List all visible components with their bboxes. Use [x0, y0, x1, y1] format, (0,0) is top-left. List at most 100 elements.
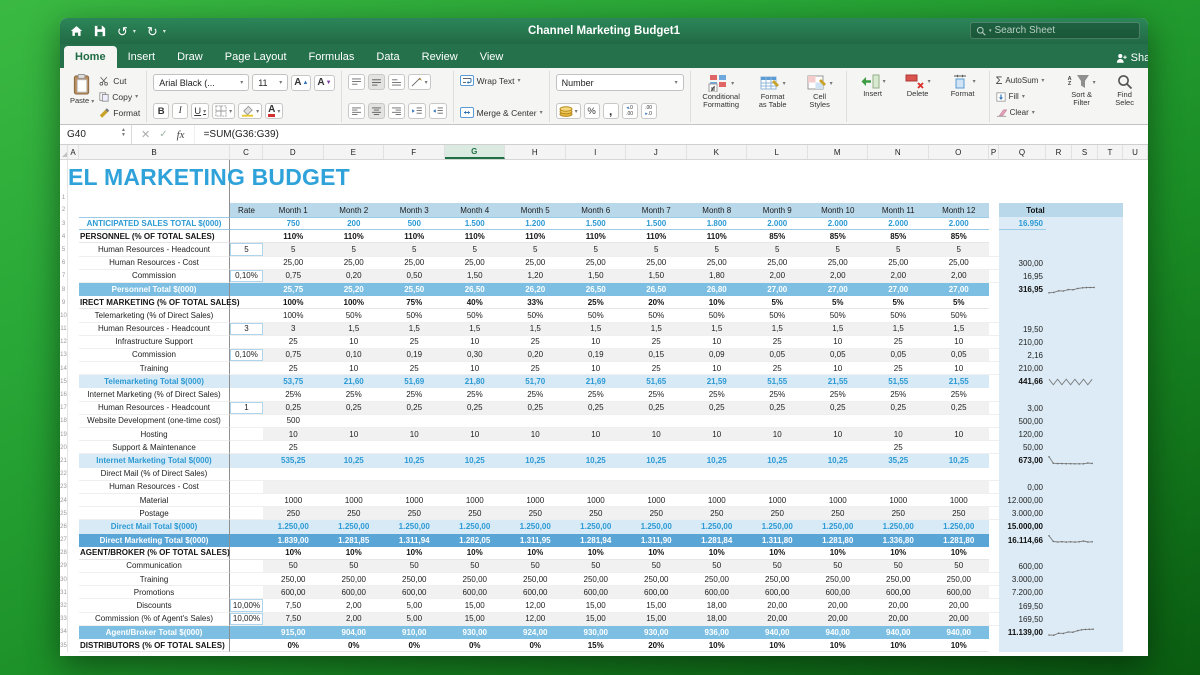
sort-filter-button[interactable]: AZ▾ Sort &Filter [1063, 72, 1101, 121]
row-label[interactable]: Human Resources - Cost [79, 481, 230, 494]
cell[interactable] [989, 626, 999, 639]
cell[interactable]: 2.000 [868, 217, 929, 230]
cell[interactable] [687, 468, 748, 481]
rate-cell[interactable]: 10,00% [230, 599, 263, 612]
cell[interactable] [68, 613, 79, 626]
cell[interactable]: 110% [505, 230, 566, 243]
cell[interactable]: 20,00 [747, 613, 808, 626]
cell[interactable]: 25% [747, 388, 808, 401]
row-number[interactable]: 8 [60, 283, 68, 296]
cell[interactable]: 0,25 [445, 402, 506, 415]
cell[interactable] [68, 639, 79, 652]
cell[interactable]: 15,00 [445, 599, 506, 612]
row-number[interactable]: 16 [60, 388, 68, 401]
cell[interactable]: 600,00 [747, 586, 808, 599]
cell[interactable]: 600,00 [263, 586, 324, 599]
cell[interactable]: 1.250,00 [808, 520, 869, 533]
column-header-T[interactable]: T [1098, 145, 1123, 159]
cell[interactable]: 1,5 [445, 323, 506, 336]
cell[interactable]: 0,19 [384, 349, 445, 362]
undo-dropdown-icon[interactable]: ▾ [133, 28, 136, 35]
cell[interactable] [989, 217, 999, 230]
cell[interactable]: 35,25 [868, 454, 929, 467]
cell[interactable]: 50 [263, 560, 324, 573]
cell[interactable]: 1.281,85 [324, 534, 385, 547]
cell[interactable] [263, 481, 324, 494]
cell[interactable]: 50 [626, 560, 687, 573]
tab-review[interactable]: Review [411, 46, 469, 68]
cell[interactable]: 21,80 [445, 375, 506, 388]
cell[interactable]: 110% [384, 230, 445, 243]
italic-button[interactable]: I [172, 103, 188, 119]
cell[interactable]: 1,5 [505, 323, 566, 336]
cell[interactable] [68, 507, 79, 520]
cell[interactable]: 50 [868, 560, 929, 573]
cell[interactable]: 100% [324, 296, 385, 309]
find-select-button[interactable]: FindSelec [1106, 72, 1144, 121]
cell[interactable]: 50% [505, 309, 566, 322]
total-cell[interactable]: 3.000,00 [999, 507, 1046, 520]
cell[interactable]: 250,00 [808, 573, 869, 586]
row-number[interactable]: 18 [60, 415, 68, 428]
row-number[interactable]: 29 [60, 560, 68, 573]
cell[interactable]: 27,00 [868, 283, 929, 296]
cell[interactable]: 10% [747, 639, 808, 652]
cell[interactable]: 0,05 [868, 349, 929, 362]
cell[interactable]: 2,00 [324, 599, 385, 612]
cell[interactable]: 5,00 [384, 599, 445, 612]
cell[interactable]: 10 [324, 362, 385, 375]
cell[interactable]: 15,00 [626, 613, 687, 626]
cell[interactable]: 0,25 [384, 402, 445, 415]
cell[interactable]: 7,50 [263, 599, 324, 612]
cell[interactable]: 10% [263, 547, 324, 560]
cell[interactable]: 600,00 [324, 586, 385, 599]
cell[interactable]: 33% [505, 296, 566, 309]
cell[interactable] [989, 415, 999, 428]
column-header-H[interactable]: H [505, 145, 566, 159]
cell[interactable]: 1000 [566, 494, 627, 507]
cell[interactable]: 1,20 [505, 270, 566, 283]
cell[interactable]: 50 [929, 560, 990, 573]
cell[interactable]: 10 [808, 336, 869, 349]
cell[interactable]: 1.800 [687, 217, 748, 230]
cell[interactable] [989, 573, 999, 586]
cell[interactable]: 50 [566, 560, 627, 573]
cell[interactable]: 1000 [263, 494, 324, 507]
cell[interactable] [445, 415, 506, 428]
cell[interactable]: 0% [445, 639, 506, 652]
total-cell[interactable] [999, 388, 1046, 401]
cell[interactable]: 200 [324, 217, 385, 230]
cell[interactable]: 25 [868, 441, 929, 454]
cell[interactable]: 2,00 [808, 270, 869, 283]
total-cell[interactable] [999, 243, 1046, 256]
cell[interactable]: 25,00 [566, 257, 627, 270]
cell[interactable]: 20% [626, 296, 687, 309]
cell[interactable] [324, 415, 385, 428]
cell[interactable]: 5,00 [384, 613, 445, 626]
rate-cell[interactable]: 0,10% [230, 270, 263, 283]
cell[interactable]: 10% [868, 547, 929, 560]
cell[interactable]: 5 [445, 243, 506, 256]
cell[interactable]: 0% [505, 639, 566, 652]
cell[interactable]: 10 [566, 336, 627, 349]
column-header-C[interactable]: C [230, 145, 263, 159]
wrap-text-button[interactable]: Wrap Text ▾ [460, 74, 543, 87]
total-cell[interactable]: 210,00 [999, 362, 1046, 375]
row-number[interactable]: 30 [60, 573, 68, 586]
cell[interactable]: 51,70 [505, 375, 566, 388]
cell[interactable]: 12,00 [505, 599, 566, 612]
cell[interactable]: 27,00 [808, 283, 869, 296]
rate-cell[interactable]: 5 [230, 243, 263, 256]
cell[interactable] [989, 230, 999, 243]
row-number[interactable]: 2 [60, 203, 68, 217]
underline-button[interactable]: U▾ [191, 103, 209, 119]
cell[interactable]: 250,00 [929, 573, 990, 586]
cell[interactable] [989, 494, 999, 507]
cell[interactable]: 51,55 [747, 375, 808, 388]
cell[interactable]: 50% [929, 309, 990, 322]
row-number[interactable]: 24 [60, 494, 68, 507]
column-header-O[interactable]: O [929, 145, 990, 159]
cell[interactable]: 1000 [324, 494, 385, 507]
cell[interactable]: 10% [384, 547, 445, 560]
row-number[interactable]: 14 [60, 362, 68, 375]
